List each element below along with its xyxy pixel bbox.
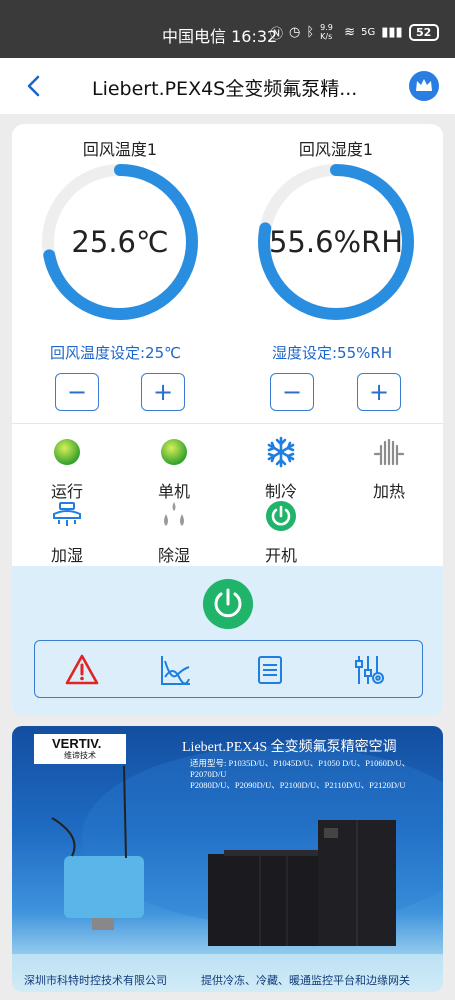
state-label: 除湿 — [157, 546, 190, 565]
alarm-clock-icon: ◷ — [289, 24, 301, 40]
crown-icon[interactable] — [409, 71, 439, 101]
temp-decrease-button[interactable]: − — [55, 373, 99, 411]
net-speed: 9.9 K/s — [320, 23, 333, 41]
product-banner[interactable]: VERTIV. 维谛技术 Liebert.PEX4S 全变频氟泵精密空调 适用型… — [12, 726, 443, 992]
state-dehumidifying: 除湿 — [139, 500, 209, 566]
state-humidifying: 加湿 — [32, 500, 102, 566]
signal-icon: ▮▮▮ — [381, 24, 403, 40]
green-indicator-icon — [161, 439, 187, 465]
state-powered-on: 开机 — [246, 500, 316, 566]
power-on-icon — [266, 501, 296, 531]
trend-chart-icon[interactable] — [159, 653, 193, 687]
return-air-humidity-value: 55.6%RH — [268, 225, 404, 259]
return-air-temp-value: 25.6℃ — [71, 225, 169, 259]
status-icons: Ⓝ ◷ ᛒ 9.9 K/s ≋ 5G ▮▮▮ 52 — [270, 21, 439, 43]
divider — [12, 423, 443, 424]
humidifier-icon — [53, 502, 81, 526]
control-zone — [12, 566, 443, 716]
status-bar: 中国电信 16:32 Ⓝ ◷ ᛒ 9.9 K/s ≋ 5G ▮▮▮ 52 — [0, 0, 455, 58]
alarm-icon[interactable] — [65, 653, 99, 687]
state-cooling: 制冷 — [246, 436, 316, 502]
device-card: 回风温度1 25.6℃ 回风温度设定:25℃ − + 回风湿度1 55.6%RH… — [12, 124, 443, 716]
banner-company: 深圳市科特时控技术有限公司 — [24, 975, 167, 987]
state-standalone: 单机 — [139, 436, 209, 502]
return-air-temp-label: 回风温度1 — [82, 140, 158, 159]
temp-setpoint-label: 回风温度设定:25℃ — [50, 344, 181, 362]
humidity-setpoint-label: 湿度设定:55%RH — [272, 344, 393, 362]
nfc-icon: Ⓝ — [270, 26, 284, 42]
state-label: 加湿 — [50, 546, 83, 565]
wifi-icon: ≋ — [344, 24, 356, 40]
state-label: 运行 — [50, 482, 83, 501]
banner-slogan: 提供冷冻、冷藏、暖通监控平台和边缘网关 — [201, 975, 410, 987]
state-label: 制冷 — [264, 482, 297, 501]
banner-title: Liebert.PEX4S 全变频氟泵精密空调 — [182, 740, 397, 755]
temp-increase-button[interactable]: + — [141, 373, 185, 411]
brand-subtitle: 维谛技术 — [64, 751, 96, 760]
settings-sliders-icon[interactable] — [353, 653, 387, 687]
state-heating: 加热 — [354, 436, 424, 502]
snowflake-icon — [267, 436, 295, 468]
chevron-left-icon[interactable] — [22, 74, 46, 98]
bluetooth-icon: ᛒ — [306, 24, 315, 40]
droplets-icon — [164, 502, 184, 526]
state-label: 单机 — [157, 482, 190, 501]
humidity-increase-button[interactable]: + — [357, 373, 401, 411]
battery-icon: 52 — [408, 23, 439, 41]
state-running: 运行 — [32, 436, 102, 502]
humidity-decrease-button[interactable]: − — [270, 373, 314, 411]
state-label: 加热 — [372, 482, 405, 501]
heater-icon — [373, 438, 405, 466]
state-label: 开机 — [264, 546, 297, 565]
brand-name: VERTIV. — [52, 736, 102, 751]
return-air-humidity-label: 回风湿度1 — [298, 140, 374, 159]
power-button[interactable] — [203, 579, 253, 629]
list-icon[interactable] — [253, 653, 287, 687]
models-line-1: 适用型号: P1035D/U、P1045D/U、P1050 D/U、P1060D… — [190, 758, 411, 779]
page-title: Liebert.PEX4S全变频氟泵精... — [92, 78, 358, 100]
models-line-2: P2080D/U、P2090D/U、P2100D/U、P2110D/U、P212… — [190, 780, 406, 790]
app-header: Liebert.PEX4S全变频氟泵精... — [0, 58, 455, 114]
signal-label: 5G — [361, 26, 376, 38]
function-toolbar — [34, 640, 423, 698]
green-indicator-icon — [54, 439, 80, 465]
banner-models: 适用型号: P1035D/U、P1045D/U、P1050 D/U、P1060D… — [190, 758, 430, 791]
carrier-time: 中国电信 16:32 — [162, 27, 278, 46]
